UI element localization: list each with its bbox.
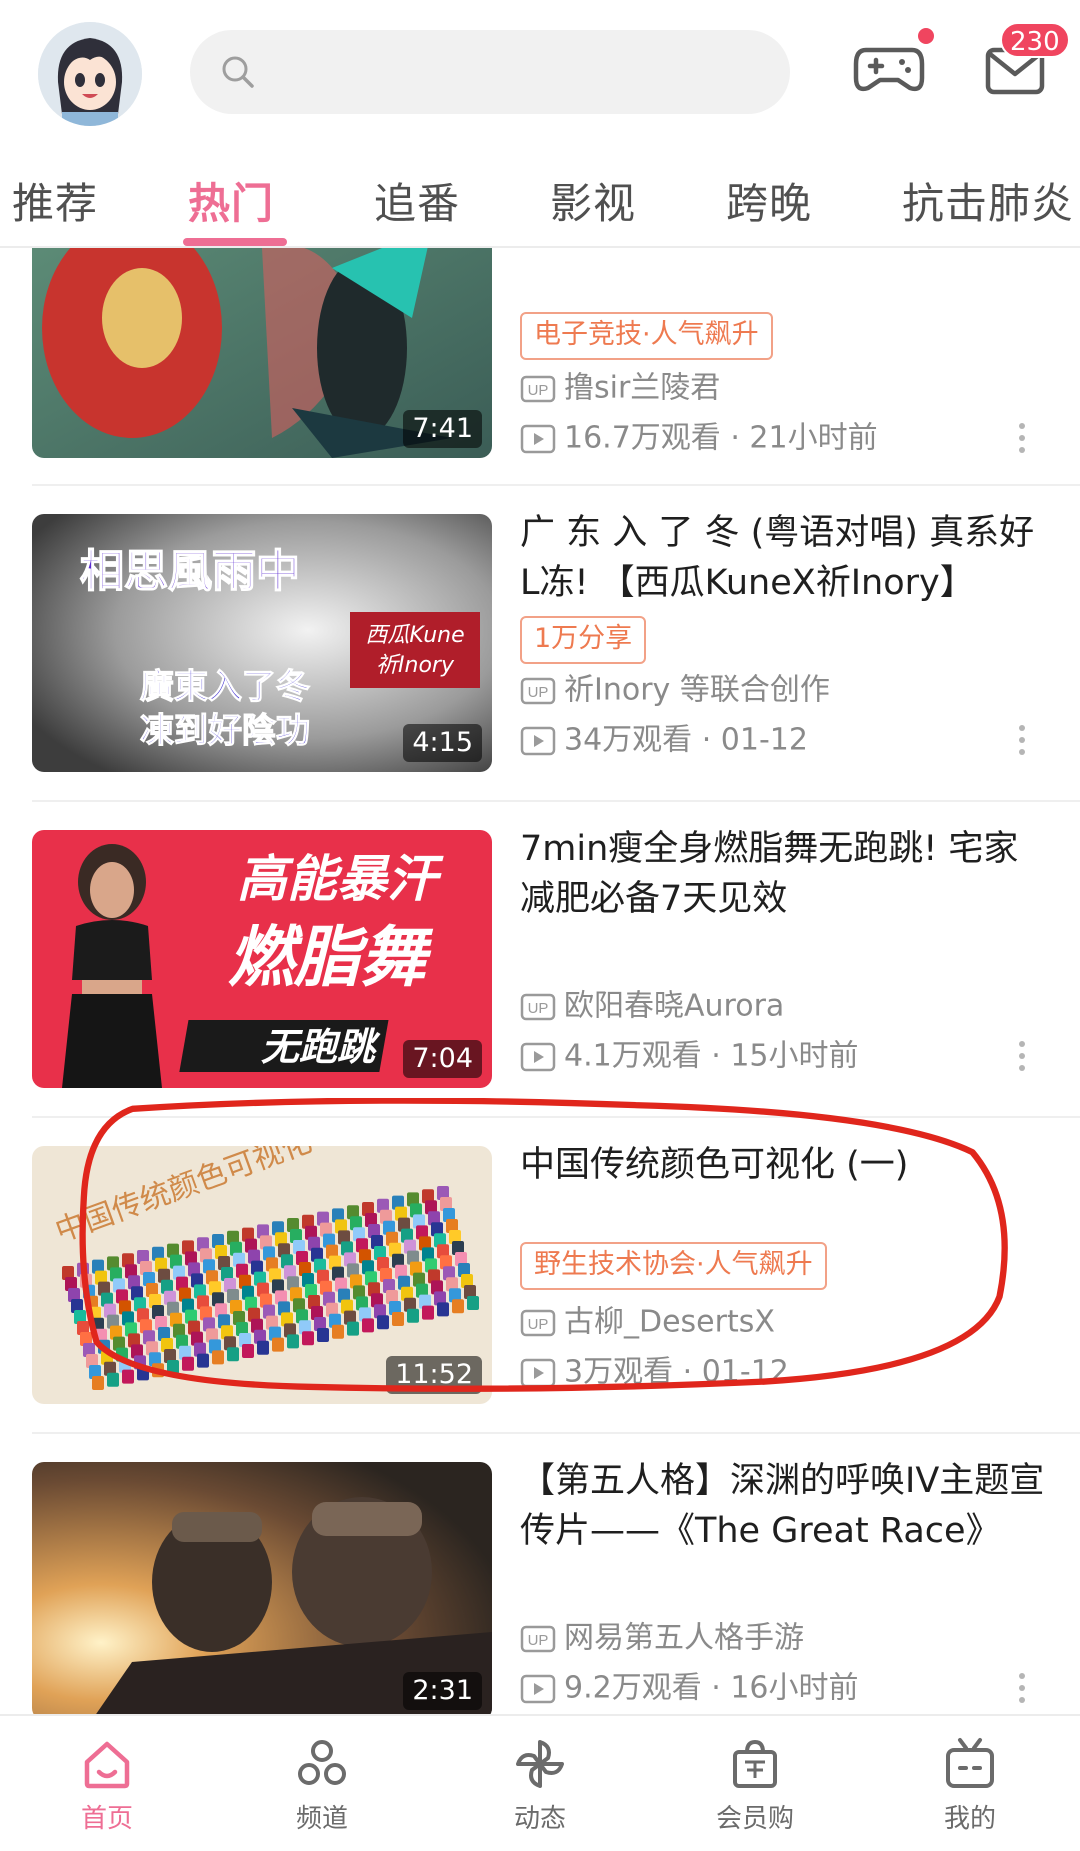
more-options-icon[interactable] <box>1012 1668 1032 1708</box>
svg-text:UP: UP <box>528 684 549 701</box>
play-count-icon <box>520 726 556 755</box>
video-tag[interactable]: 电子竞技·人气飙升 <box>520 312 773 360</box>
video-thumbnail[interactable]: 高能暴汗 燃脂舞 无跑跳 7:04 <box>32 830 492 1088</box>
highlight-annotation <box>79 1098 1008 1392</box>
tab-hot[interactable]: 热门 <box>188 170 274 231</box>
notification-dot <box>918 28 934 44</box>
shopping-bag-icon <box>733 1739 777 1788</box>
svg-text:无跑跳: 无跑跳 <box>261 1025 381 1069</box>
stats-row: 4.1万观看 · 15小时前 <box>520 1036 859 1076</box>
avatar[interactable] <box>38 22 142 126</box>
nav-label: 动态 <box>513 1804 566 1834</box>
play-count-icon <box>520 1674 556 1703</box>
nav-label: 我的 <box>943 1804 996 1834</box>
uploader-row[interactable]: UP 欧阳春晓Aurora <box>520 986 784 1026</box>
pinwheel-icon <box>516 1740 564 1788</box>
tab-film-tv[interactable]: 影视 <box>550 170 636 231</box>
video-thumbnail[interactable]: 7:41 <box>32 248 492 458</box>
video-stats: 4.1万观看 · 15小时前 <box>564 1038 859 1074</box>
video-thumbnail[interactable]: 相思風雨中 西瓜Kune 祈Inory 廣東入了冬 凍到好陰功 4:15 <box>32 514 492 772</box>
svg-text:UP: UP <box>528 382 549 399</box>
nav-member-shop[interactable]: 会员购 <box>690 1736 820 1846</box>
up-icon: UP <box>520 993 556 1020</box>
svg-text:西瓜Kune: 西瓜Kune <box>365 623 464 648</box>
video-duration: 7:41 <box>403 410 482 448</box>
video-title[interactable]: 【第五人格】深渊的呼唤IV主题宣传片——《The Great Race》 <box>520 1456 1050 1556</box>
nav-label: 会员购 <box>715 1804 794 1834</box>
nav-channel[interactable]: 频道 <box>257 1736 387 1846</box>
video-card[interactable]: 相思風雨中 西瓜Kune 祈Inory 廣東入了冬 凍到好陰功 4:15 广 东… <box>0 486 1080 784</box>
svg-text:UP: UP <box>528 1632 549 1649</box>
mail-badge: 230 <box>1000 22 1070 58</box>
home-icon <box>84 1741 130 1789</box>
video-thumbnail[interactable]: 2:31 <box>32 1462 492 1714</box>
svg-text:凍到好陰功: 凍到好陰功 <box>140 711 310 751</box>
video-stats: 16.7万观看 · 21小时前 <box>564 420 878 456</box>
up-icon: UP <box>520 1625 556 1652</box>
svg-text:相思風雨中: 相思風雨中 <box>80 546 300 597</box>
svg-text:UP: UP <box>528 1000 549 1017</box>
tab-fight-pneumonia[interactable]: 抗击肺炎 <box>902 170 1074 231</box>
game-controller-icon[interactable] <box>852 38 926 98</box>
more-options-icon[interactable] <box>1012 1036 1032 1076</box>
stats-row: 16.7万观看 · 21小时前 <box>520 418 878 458</box>
stats-row: 34万观看 · 01-12 <box>520 720 808 760</box>
more-options-icon[interactable] <box>1012 418 1032 458</box>
stats-row: 9.2万观看 · 16小时前 <box>520 1668 859 1708</box>
category-tabs: 推荐 热门 追番 影视 跨晚 抗击肺炎 <box>0 160 1080 246</box>
video-title[interactable]: 广 东 入 了 冬 (粤语对唱) 真系好L冻! 【西瓜KuneX祈Inory】 <box>520 508 1050 608</box>
bottom-navigation: 首页 频道 动态 会员购 我的 <box>0 1714 1080 1851</box>
uploader-name: 撸sir兰陵君 <box>564 370 721 406</box>
uploader-name: 欧阳春晓Aurora <box>564 988 785 1024</box>
tab-recommend[interactable]: 推荐 <box>12 170 98 231</box>
video-title[interactable]: 7min瘦全身燃脂舞无跑跳! 宅家减肥必备7天见效 <box>520 824 1050 924</box>
avatar-image <box>38 22 142 126</box>
video-stats: 9.2万观看 · 16小时前 <box>564 1670 859 1706</box>
tv-icon <box>946 1738 994 1788</box>
video-duration: 2:31 <box>403 1672 482 1710</box>
video-duration: 4:15 <box>403 724 482 762</box>
tab-anime[interactable]: 追番 <box>374 170 460 231</box>
up-icon: UP <box>520 677 556 704</box>
nav-home[interactable]: 首页 <box>42 1736 172 1846</box>
play-count-icon <box>520 424 556 453</box>
top-header: 230 <box>0 0 1080 145</box>
video-feed[interactable]: 7:41 电子竞技·人气飙升 UP 撸sir兰陵君 16.7万观看 · 21小时… <box>0 248 1080 1714</box>
nav-label: 首页 <box>80 1804 133 1834</box>
active-tab-indicator <box>183 238 287 246</box>
uploader-name: 祈Inory 等联合创作 <box>564 672 830 708</box>
uploader-name: 网易第五人格手游 <box>564 1620 804 1656</box>
video-stats: 34万观看 · 01-12 <box>564 722 808 758</box>
uploader-row[interactable]: UP 网易第五人格手游 <box>520 1618 804 1658</box>
tab-new-year-gala[interactable]: 跨晚 <box>726 170 812 231</box>
channel-icon <box>298 1740 346 1785</box>
more-options-icon[interactable] <box>1012 720 1032 760</box>
video-tag[interactable]: 1万分享 <box>520 616 647 664</box>
svg-text:高能暴汗: 高能暴汗 <box>237 850 444 908</box>
svg-text:燃脂舞: 燃脂舞 <box>228 919 434 996</box>
svg-text:廣東入了冬: 廣東入了冬 <box>140 667 310 707</box>
play-count-icon <box>520 1042 556 1071</box>
search-icon <box>222 56 254 88</box>
svg-text:祈Inory: 祈Inory <box>376 653 455 678</box>
uploader-row[interactable]: UP 祈Inory 等联合创作 <box>520 670 830 710</box>
nav-dynamic[interactable]: 动态 <box>475 1736 605 1846</box>
video-duration: 7:04 <box>403 1040 482 1078</box>
uploader-row[interactable]: UP 撸sir兰陵君 <box>520 368 720 408</box>
video-card[interactable]: 高能暴汗 燃脂舞 无跑跳 7:04 7min瘦全身燃脂舞无跑跳! 宅家减肥必备7… <box>0 802 1080 1100</box>
nav-label: 频道 <box>295 1804 348 1834</box>
search-bar[interactable] <box>190 30 790 114</box>
nav-profile[interactable]: 我的 <box>905 1736 1035 1846</box>
up-icon: UP <box>520 375 556 402</box>
video-card[interactable]: 2:31 【第五人格】深渊的呼唤IV主题宣传片——《The Great Race… <box>0 1434 1080 1714</box>
